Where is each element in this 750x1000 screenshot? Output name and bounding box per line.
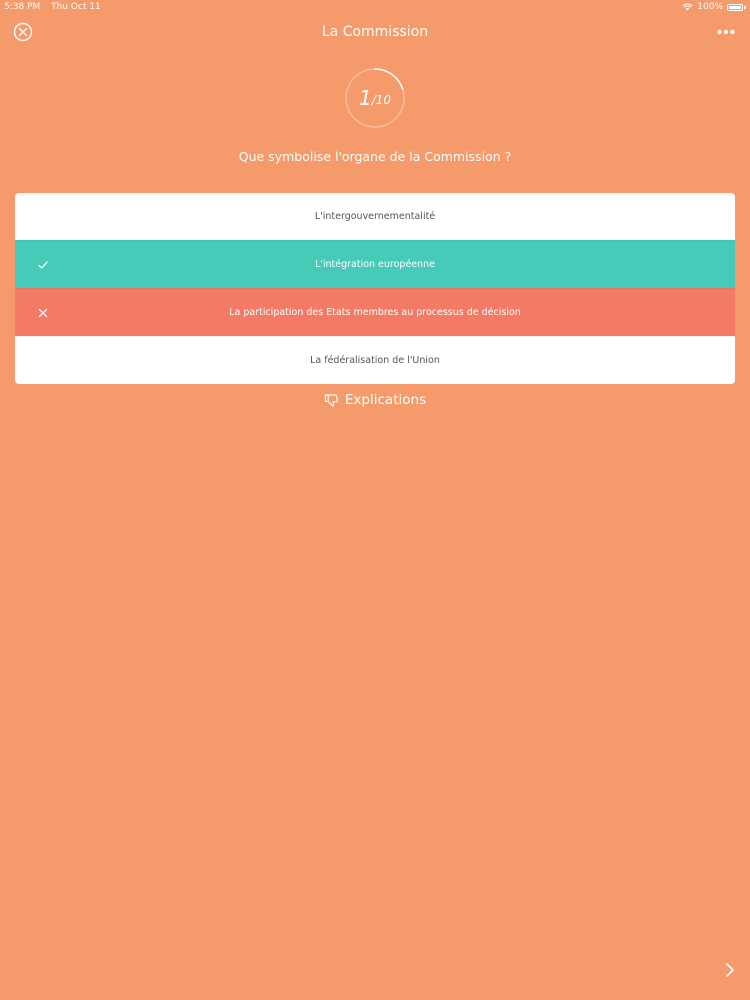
status-date: Thu Oct 11 [51, 2, 101, 12]
answer-label: La participation des Etats membres au pr… [229, 307, 521, 318]
answer-label: L'intégration européenne [314, 259, 436, 270]
progress-total: /10 [371, 93, 392, 107]
explications-label: Explications [344, 392, 427, 408]
answer-label: La fédéralisation de l'Union [310, 355, 440, 366]
answer-list: L'intergouvernementalité L'intégration e… [15, 193, 735, 384]
answer-option-1[interactable]: L'intergouvernementalité [15, 193, 735, 240]
answer-option-4[interactable]: La fédéralisation de l'Union [15, 336, 735, 384]
progress-current: 1 [358, 86, 372, 110]
wifi-icon [682, 3, 693, 11]
explications-button[interactable]: Explications [0, 392, 750, 408]
status-time: 5:38 PM [4, 2, 41, 12]
status-right: 100% [682, 0, 746, 14]
cross-icon [38, 308, 48, 317]
answer-option-2[interactable]: L'intégration européenne [15, 240, 735, 288]
more-dots-icon[interactable] [716, 24, 736, 40]
question-text: Que symbolise l'organe de la Commission … [238, 149, 512, 164]
thumbs-down-icon [324, 393, 338, 407]
close-circle-icon[interactable] [13, 22, 33, 42]
answer-label: L'intergouvernementalité [314, 211, 436, 222]
battery-icon [727, 3, 743, 11]
progress-counter: 1 /10 [344, 67, 406, 129]
answer-option-3[interactable]: La participation des Etats membres au pr… [15, 288, 735, 336]
battery-percent: 100% [697, 2, 723, 12]
battery-tip [744, 5, 746, 9]
status-bar: 5:38 PM Thu Oct 11 100% [0, 0, 750, 14]
status-left: 5:38 PM Thu Oct 11 [4, 0, 109, 14]
checkmark-icon [38, 260, 48, 269]
page-title: La Commission [321, 24, 429, 40]
chevron-right-icon[interactable] [722, 960, 738, 980]
